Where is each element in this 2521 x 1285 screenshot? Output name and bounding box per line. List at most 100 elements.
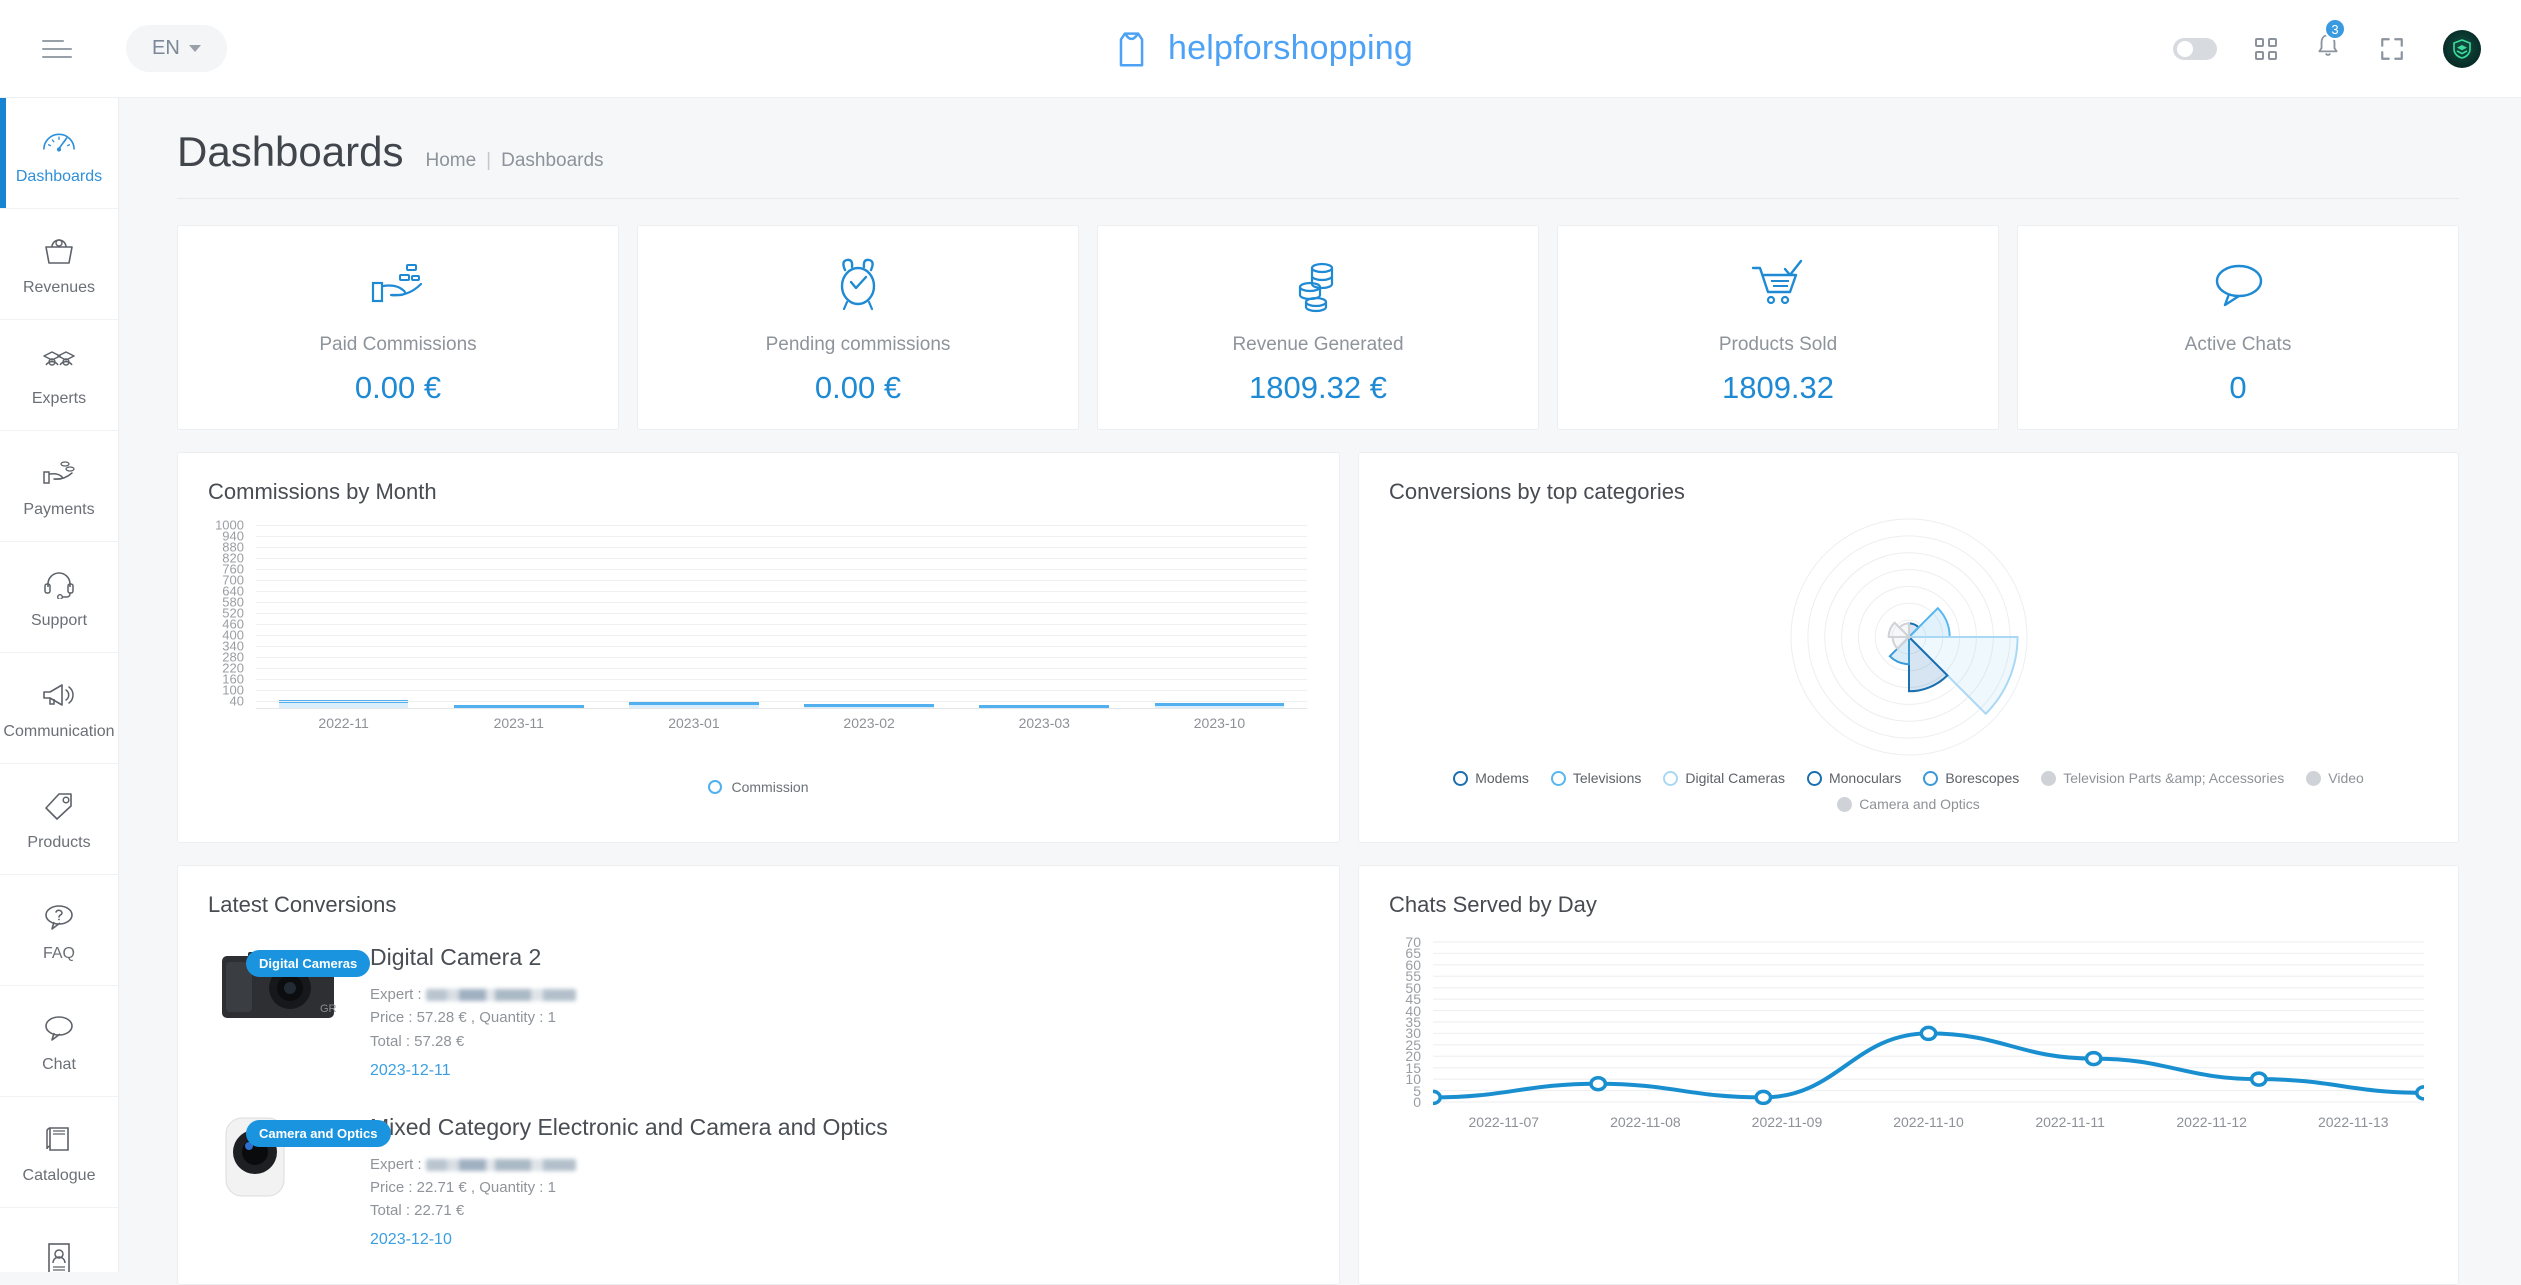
bar[interactable] <box>1155 703 1285 708</box>
sidebar-item-support[interactable]: Support <box>0 542 118 653</box>
legend-item[interactable]: Digital Cameras <box>1663 770 1785 786</box>
conversion-item[interactable]: Camera and OpticsMixed Category Electron… <box>208 1098 1309 1268</box>
kpi-card-pending-commissions[interactable]: Pending commissions 0.00 € <box>637 225 1079 430</box>
sidebar-item-label: Revenues <box>23 279 95 297</box>
brand-logo[interactable]: helpforshopping <box>1108 26 1413 72</box>
sidebar-item-dashboards[interactable]: Dashboards <box>0 98 118 209</box>
bar-cell[interactable] <box>782 704 957 708</box>
book-icon <box>44 1120 74 1158</box>
grid-apps-icon[interactable] <box>2255 38 2277 60</box>
kpi-card-paid-commissions[interactable]: Paid Commissions 0.00 € <box>177 225 619 430</box>
chats-line-chart: 7065605550454035302520151050 2022-11-072… <box>1359 938 2458 1168</box>
total-line: Total : 57.28 € <box>370 1030 576 1053</box>
svg-text:GR: GR <box>320 1003 337 1015</box>
brand-name: helpforshopping <box>1168 29 1413 68</box>
page-title: Dashboards <box>177 128 403 176</box>
bar-chart-plot <box>256 523 1307 709</box>
data-point[interactable] <box>1921 1027 1935 1039</box>
conversion-item[interactable]: BorescopesBorescope 2Expert : Price : 75… <box>208 1267 1309 1268</box>
conversion-details: Digital Camera 2Expert : Price : 57.28 €… <box>370 942 576 1084</box>
legend-item[interactable]: Camera and Optics <box>1837 796 1980 812</box>
sidebar-item-label: Catalogue <box>23 1167 96 1185</box>
sidebar-item-revenues[interactable]: Revenues <box>0 209 118 320</box>
data-point[interactable] <box>2417 1087 2424 1099</box>
product-name: Digital Camera 2 <box>370 944 576 971</box>
data-point[interactable] <box>1756 1091 1770 1103</box>
bar[interactable] <box>979 705 1109 708</box>
legend-marker-icon <box>2306 771 2321 786</box>
chevron-down-icon <box>189 45 201 52</box>
legend-item[interactable]: Video <box>2306 770 2364 786</box>
grid-line <box>256 679 1307 680</box>
x-tick-label: 2023-10 <box>1132 715 1307 731</box>
legend-item[interactable]: Monoculars <box>1807 770 1901 786</box>
expert-line: Expert : <box>370 1153 888 1176</box>
breadcrumb-home[interactable]: Home <box>425 150 476 172</box>
breadcrumb-current: Dashboards <box>501 150 603 172</box>
bar-cell[interactable] <box>957 705 1132 708</box>
polar-sector[interactable] <box>1909 608 1950 637</box>
legend-item[interactable]: Borescopes <box>1923 770 2019 786</box>
sidebar-item-faq[interactable]: FAQ <box>0 875 118 986</box>
sidebar-item-experts[interactable]: Experts <box>0 320 118 431</box>
language-label: EN <box>152 37 180 60</box>
question-bubble-icon <box>42 898 76 936</box>
data-point[interactable] <box>1433 1091 1440 1103</box>
sidebar-item-chat[interactable]: Chat <box>0 986 118 1097</box>
product-thumbnail[interactable]: Camera and Optics <box>208 1112 350 1200</box>
price-line: Price : 57.28 € , Quantity : 1 <box>370 1006 576 1029</box>
bar[interactable] <box>804 704 934 708</box>
sidebar-item-payments[interactable]: Payments <box>0 431 118 542</box>
bar-chart-legend[interactable]: Commission <box>178 779 1339 795</box>
sidebar-item-label: Payments <box>23 501 94 519</box>
x-tick-label: 2022-11-11 <box>1999 1114 2141 1130</box>
hand-coins-icon <box>367 250 429 320</box>
data-point[interactable] <box>2252 1073 2266 1085</box>
bar[interactable] <box>629 702 759 708</box>
bar-chart-y-axis: 1000940880820760700640580520460400340280… <box>178 523 250 709</box>
data-point[interactable] <box>1591 1078 1605 1090</box>
chat-bubble-icon <box>2209 250 2267 320</box>
category-badge: Camera and Optics <box>246 1120 391 1147</box>
sidebar-item-products[interactable]: Products <box>0 764 118 875</box>
bar-cell[interactable] <box>431 705 606 708</box>
fullscreen-icon[interactable] <box>2379 36 2405 62</box>
kpi-card-active-chats[interactable]: Active Chats 0 <box>2017 225 2459 430</box>
bar[interactable] <box>454 705 584 708</box>
hamburger-menu-icon[interactable] <box>42 36 76 62</box>
product-thumbnail[interactable]: GRDigital Cameras <box>208 942 350 1030</box>
coins-stack-icon <box>1291 250 1345 320</box>
sidebar-item-communication[interactable]: Communication <box>0 653 118 764</box>
chats-served-panel: Chats Served by Day 70656055504540353025… <box>1358 865 2459 1285</box>
notifications-button[interactable]: 3 <box>2315 32 2341 65</box>
conversion-date[interactable]: 2023-12-10 <box>370 1228 888 1253</box>
conversions-by-category-panel: Conversions by top categories ModemsTele… <box>1358 452 2459 843</box>
sidebar-item-profile[interactable] <box>0 1208 118 1272</box>
legend-item[interactable]: Televisions <box>1551 770 1641 786</box>
line-chart-x-axis: 2022-11-072022-11-082022-11-092022-11-10… <box>1433 1114 2424 1130</box>
theme-toggle[interactable] <box>2173 38 2217 60</box>
charts-row-2: Latest Conversions GRDigital CamerasDigi… <box>119 843 2521 1285</box>
kpi-card-revenue-generated[interactable]: Revenue Generated 1809.32 € <box>1097 225 1539 430</box>
conversion-item[interactable]: GRDigital CamerasDigital Camera 2Expert … <box>208 928 1309 1098</box>
legend-marker-icon <box>708 780 722 794</box>
language-selector[interactable]: EN <box>126 25 227 72</box>
latest-conversions-panel: Latest Conversions GRDigital CamerasDigi… <box>177 865 1340 1285</box>
sidebar-item-catalogue[interactable]: Catalogue <box>0 1097 118 1208</box>
grid-line <box>256 580 1307 581</box>
avatar[interactable] <box>2443 30 2481 68</box>
top-bar-actions: 3 <box>2173 30 2481 68</box>
bar-cell[interactable] <box>606 702 781 708</box>
conversion-date[interactable]: 2023-12-11 <box>370 1059 576 1084</box>
bar-cell[interactable] <box>1132 703 1307 708</box>
legend-item[interactable]: Television Parts &amp; Accessories <box>2041 770 2284 786</box>
notification-badge: 3 <box>2324 18 2346 40</box>
total-line: Total : 22.71 € <box>370 1199 888 1222</box>
legend-item[interactable]: Modems <box>1453 770 1529 786</box>
legend-label: Modems <box>1475 770 1529 786</box>
kpi-card-products-sold[interactable]: Products Sold 1809.32 <box>1557 225 1999 430</box>
chat-bubble-icon <box>42 1009 76 1047</box>
shield-layers-icon <box>2450 37 2474 61</box>
gauge-icon <box>41 121 77 159</box>
data-point[interactable] <box>2086 1053 2100 1065</box>
